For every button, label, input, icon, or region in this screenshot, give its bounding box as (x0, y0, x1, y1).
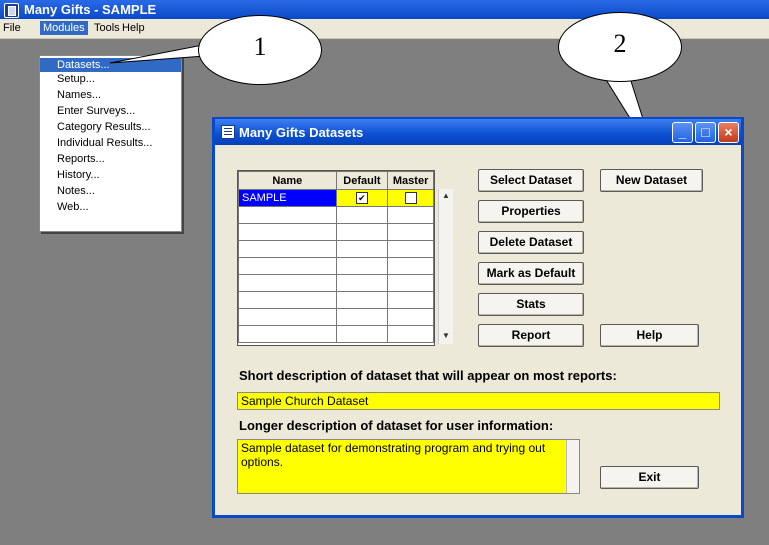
table-row[interactable] (238, 274, 434, 292)
new-dataset-button[interactable]: New Dataset (600, 169, 703, 192)
table-row[interactable]: SAMPLE ✔ (238, 189, 434, 207)
long-description-textarea[interactable]: Sample dataset for demonstrating program… (237, 439, 580, 494)
column-header-master[interactable]: Master (387, 171, 434, 190)
properties-button[interactable]: Properties (478, 200, 584, 223)
column-header-default[interactable]: Default (335, 171, 389, 190)
dialog-title-bar: Many Gifts Datasets _ □ × (215, 119, 741, 145)
grid-scrollbar[interactable]: ▲ ▼ (438, 189, 453, 344)
table-row[interactable] (238, 257, 434, 275)
textarea-scrollbar[interactable] (566, 440, 579, 493)
table-row[interactable] (238, 308, 434, 326)
long-description-text: Sample dataset for demonstrating program… (241, 441, 546, 469)
exit-button[interactable]: Exit (600, 466, 699, 489)
column-header-name[interactable]: Name (238, 171, 337, 190)
close-button[interactable]: × (718, 122, 739, 143)
short-description-field[interactable]: Sample Church Dataset (237, 392, 720, 410)
table-row[interactable] (238, 223, 434, 241)
report-button[interactable]: Report (478, 324, 584, 347)
scroll-down-icon[interactable]: ▼ (441, 331, 451, 341)
scroll-up-icon[interactable]: ▲ (441, 191, 451, 201)
dataset-grid[interactable]: Name Default Master SAMPLE ✔ (237, 170, 435, 346)
dialog-title: Many Gifts Datasets (239, 125, 364, 140)
select-dataset-button[interactable]: Select Dataset (478, 169, 584, 192)
table-row[interactable] (238, 240, 434, 258)
cell-default[interactable]: ✔ (335, 189, 389, 207)
maximize-button[interactable]: □ (695, 122, 716, 143)
minimize-button[interactable]: _ (672, 122, 693, 143)
long-description-label: Longer description of dataset for user i… (239, 418, 554, 433)
maximize-icon: □ (701, 124, 710, 140)
short-description-label: Short description of dataset that will a… (239, 368, 617, 383)
stats-button[interactable]: Stats (478, 293, 584, 316)
table-row[interactable] (238, 291, 434, 309)
cell-name[interactable]: SAMPLE (238, 189, 337, 207)
cell-master[interactable] (387, 189, 434, 207)
table-row[interactable] (238, 206, 434, 224)
default-checkbox[interactable]: ✔ (355, 192, 368, 205)
minimize-icon: _ (678, 124, 687, 140)
table-row[interactable] (238, 325, 434, 343)
mark-as-default-button[interactable]: Mark as Default (478, 262, 584, 285)
close-icon: × (724, 124, 733, 140)
help-button[interactable]: Help (600, 324, 699, 347)
delete-dataset-button[interactable]: Delete Dataset (478, 231, 584, 254)
master-checkbox[interactable] (404, 192, 417, 205)
dialog-icon (221, 125, 235, 139)
